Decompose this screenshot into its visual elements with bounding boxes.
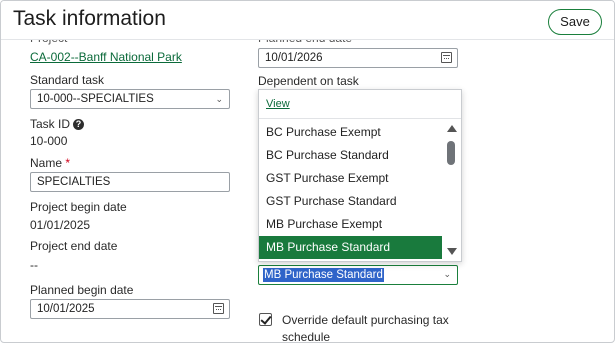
- view-link[interactable]: View: [266, 98, 290, 110]
- override-label: Override default purchasing tax schedule: [282, 313, 449, 343]
- purchasing-tax-select[interactable]: MB Purchase Standard ⌄: [258, 265, 458, 285]
- panel-header: Task information Save: [1, 1, 614, 40]
- project-end-value: --: [30, 258, 38, 272]
- name-label: Name *: [30, 156, 70, 170]
- menu-divider: [259, 118, 461, 119]
- menu-item[interactable]: GST Purchase Exempt: [259, 167, 442, 190]
- override-checkbox[interactable]: [259, 313, 272, 326]
- name-input[interactable]: SPECIALTIES: [30, 172, 230, 192]
- standard-task-select[interactable]: 10-000--SPECIALTIES ⌄: [30, 89, 230, 109]
- standard-task-label: Standard task: [30, 73, 105, 87]
- menu-item[interactable]: MB Purchase Exempt: [259, 213, 442, 236]
- task-info-panel: Task information Save Project CA-002--Ba…: [0, 0, 615, 343]
- calendar-icon[interactable]: [213, 303, 224, 314]
- project-begin-label: Project begin date: [30, 200, 127, 214]
- page-title: Task information: [13, 7, 166, 30]
- menu-item[interactable]: GST Purchase Standard: [259, 190, 442, 213]
- chevron-down-icon: ⌄: [215, 94, 223, 104]
- required-indicator: *: [65, 156, 71, 170]
- scroll-thumb[interactable]: [447, 141, 455, 165]
- planned-begin-input[interactable]: 10/01/2025: [30, 299, 230, 319]
- chevron-down-icon: ⌄: [443, 269, 451, 279]
- purchasing-tax-value: MB Purchase Standard: [263, 268, 384, 282]
- task-id-label: Task ID?: [30, 117, 85, 131]
- scroll-up-icon[interactable]: [447, 125, 457, 132]
- scroll-down-icon[interactable]: [447, 248, 457, 255]
- dropdown-menu: View BC Purchase Exempt BC Purchase Stan…: [258, 89, 462, 262]
- planned-end-value: 10/01/2026: [265, 52, 323, 64]
- dependent-task-label: Dependent on task: [258, 74, 359, 88]
- task-id-value: 10-000: [30, 134, 68, 148]
- menu-item-selected[interactable]: MB Purchase Standard: [259, 236, 442, 259]
- task-id-label-text: Task ID: [30, 117, 71, 131]
- menu-list: BC Purchase Exempt BC Purchase Standard …: [259, 121, 442, 259]
- project-end-label: Project end date: [30, 239, 118, 253]
- planned-begin-label: Planned begin date: [30, 283, 134, 297]
- calendar-icon[interactable]: [441, 52, 452, 63]
- info-icon[interactable]: ?: [73, 119, 85, 131]
- save-button[interactable]: Save: [548, 9, 602, 35]
- planned-begin-value: 10/01/2025: [37, 303, 95, 315]
- project-link[interactable]: CA-002--Banff National Park: [30, 50, 182, 64]
- scrollbar[interactable]: [445, 121, 459, 259]
- standard-task-value: 10-000--SPECIALTIES: [37, 93, 154, 105]
- menu-item[interactable]: BC Purchase Exempt: [259, 121, 442, 144]
- project-begin-value: 01/01/2025: [30, 218, 91, 232]
- name-label-text: Name: [30, 156, 63, 170]
- planned-end-input[interactable]: 10/01/2026: [258, 48, 458, 68]
- menu-item[interactable]: BC Purchase Standard: [259, 144, 442, 167]
